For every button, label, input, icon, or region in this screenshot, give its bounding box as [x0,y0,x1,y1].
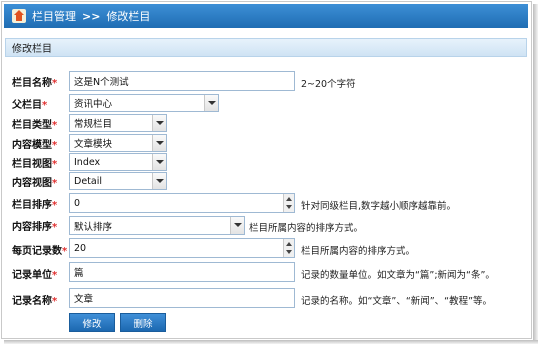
chevron-down-icon[interactable] [204,95,218,111]
field-label: 父栏目* [12,99,48,111]
required-mark: * [52,77,58,89]
home-icon[interactable] [12,9,26,23]
field-label: 记录名称* [12,295,58,307]
chevron-down-icon[interactable] [152,154,166,170]
field-label: 栏目排序* [12,199,58,211]
chevron-down-icon[interactable] [152,115,166,131]
spin-down-icon [286,250,292,254]
record-unit-hint: 记录的数量单位。如文章为“篇”;新闻为“条”。 [301,270,495,281]
required-mark: * [62,245,68,257]
spinner[interactable] [283,239,294,257]
required-mark: * [52,221,58,233]
required-mark: * [42,99,48,111]
required-mark: * [52,295,58,307]
record-name-input[interactable]: 文章 [69,288,295,308]
frame-shadow [4,340,538,344]
required-mark: * [52,119,58,131]
required-mark: * [52,139,58,151]
record-unit-input[interactable]: 篇 [69,262,295,282]
required-mark: * [52,269,58,281]
form-row-name: 栏目名称* [12,70,69,92]
column-view-select[interactable]: Index [69,153,167,171]
sort-input[interactable]: 0 [69,193,295,213]
content-sort-hint: 栏目所属内容的排序方式。 [249,223,364,234]
delete-button[interactable]: 删除 [120,313,166,332]
page-size-hint: 栏目所属内容的排序方式。 [301,246,416,257]
required-mark: * [52,199,58,211]
form-row-type: 栏目类型* [12,112,69,134]
name-hint: 2~20个字符 [301,79,356,90]
form-row-content-sort: 内容排序* [12,214,69,236]
required-mark: * [52,177,58,189]
spin-up-icon [286,197,292,201]
form-row-content-view: 内容视图* [12,170,69,192]
content-model-select[interactable]: 文章模块 [69,134,167,152]
record-name-hint: 记录的名称。如“文章”、“新闻”、“教程”等。 [301,296,493,307]
parent-select[interactable]: 资讯中心 [69,94,219,112]
field-label: 栏目名称* [12,77,58,89]
sort-hint: 针对同级栏目,数字越小顺序越靠前。 [301,201,457,212]
form-row-record-name: 记录名称* [12,288,69,310]
edit-button[interactable]: 修改 [69,313,115,332]
spinner[interactable] [283,194,294,212]
form-row-parent: 父栏目* [12,92,69,114]
breadcrumb: 栏目管理 >> 修改栏目 [4,4,528,28]
chevron-down-icon[interactable] [152,173,166,189]
field-label: 栏目视图* [12,158,58,170]
spin-up-icon [286,242,292,246]
frame-shadow [533,4,538,341]
field-label: 内容视图* [12,177,58,189]
section-header: 修改栏目 [5,38,527,57]
form-row-sort: 栏目排序* [12,192,69,214]
chevron-down-icon[interactable] [152,135,166,151]
type-select[interactable]: 常规栏目 [69,114,167,132]
form-row-record-unit: 记录单位* [12,262,69,284]
field-label: 内容排序* [12,221,58,233]
field-label: 内容模型* [12,139,58,151]
name-input[interactable]: 这是N个测试 [69,71,295,91]
chevron-down-icon[interactable] [230,217,244,234]
breadcrumb-separator: >> [82,9,101,23]
required-mark: * [52,158,58,170]
content-sort-select[interactable]: 默认排序 [69,216,245,235]
breadcrumb-root[interactable]: 栏目管理 [32,8,76,24]
field-label: 栏目类型* [12,119,58,131]
field-label: 记录单位* [12,269,58,281]
breadcrumb-current: 修改栏目 [106,10,151,23]
page-size-input[interactable]: 20 [69,238,295,258]
content-view-select[interactable]: Detail [69,172,167,190]
section-title: 修改栏目 [12,44,52,55]
spin-down-icon [286,205,292,209]
